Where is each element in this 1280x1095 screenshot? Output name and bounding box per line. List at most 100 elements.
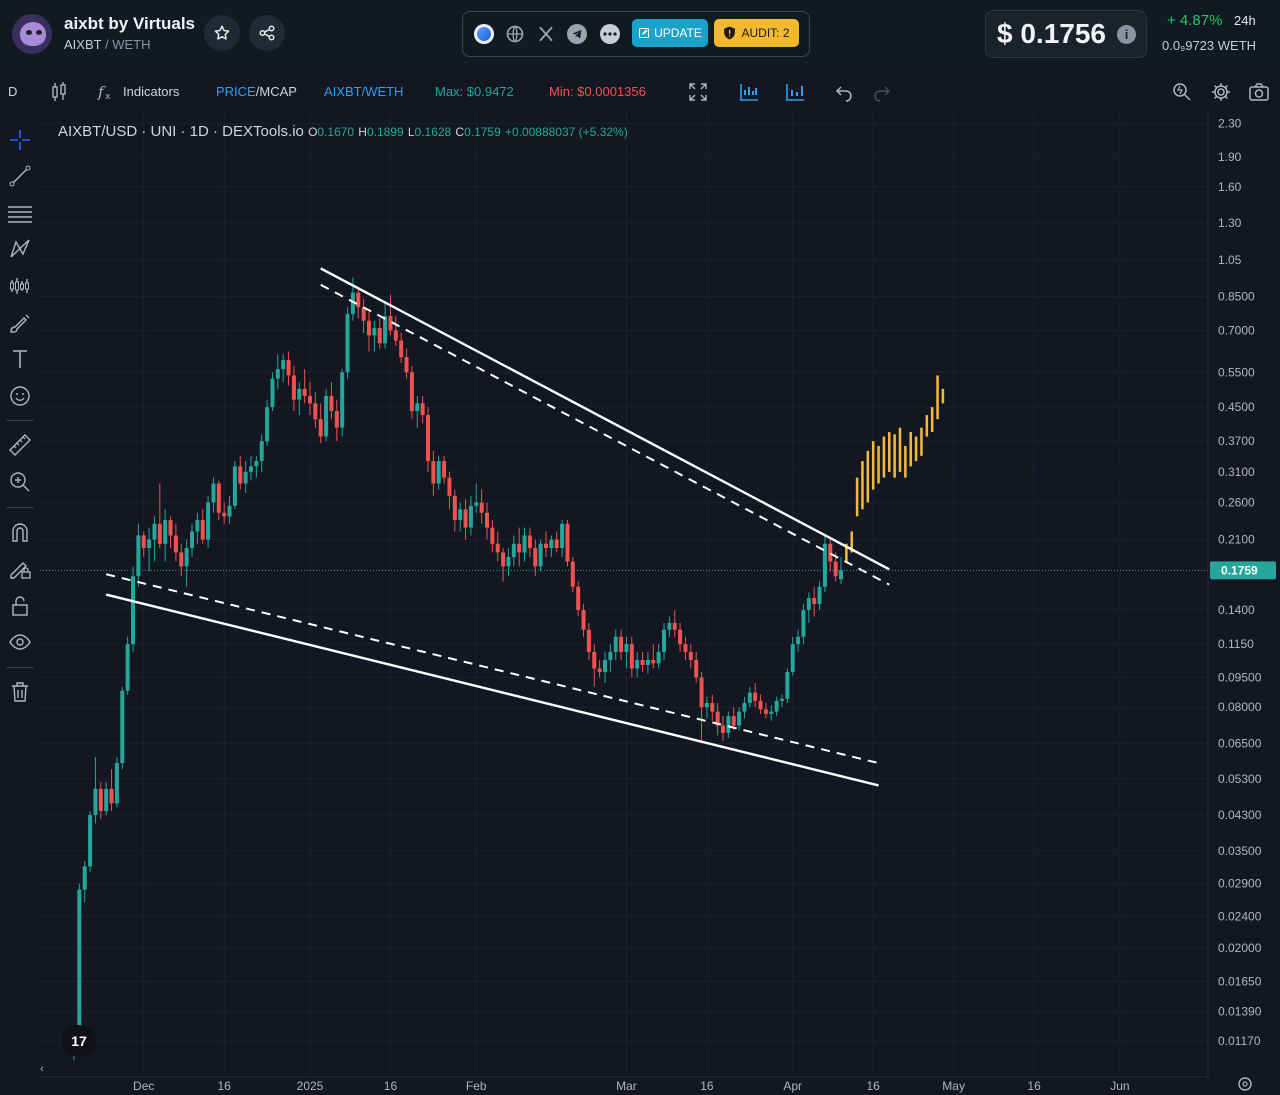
candle-body [442,461,447,478]
pair-toggle[interactable]: AIXBT/WETH [324,84,403,99]
pattern-icon[interactable] [8,237,32,261]
candle-body [785,671,790,699]
time-tick-label: 16 [867,1079,881,1093]
price-tick-label: 0.4500 [1218,400,1255,414]
candle-body [131,576,135,645]
trade-markers-icon[interactable] [738,81,760,103]
chart-background [40,112,1280,1095]
telegram-icon[interactable] [567,24,587,44]
lock-draw-icon[interactable] [8,557,32,581]
shield-alert-icon [724,26,736,40]
legend-change: +0.00888037 (+5.32%) [504,125,628,139]
candle-body [645,659,650,666]
candle-body [737,711,742,726]
price-tick-label: 0.7000 [1218,323,1255,337]
candle-body [409,372,414,412]
trend-line-icon[interactable] [8,164,32,188]
price-tick-label: 0.2100 [1218,533,1255,547]
ruler-icon[interactable] [8,433,32,457]
settings-gear-icon[interactable] [1210,81,1232,103]
candle-body [619,636,624,652]
tokenomics-icon[interactable] [474,24,494,44]
eye-icon[interactable] [8,630,32,654]
candle-body [458,509,463,521]
price-tick-label: 0.08000 [1218,700,1262,714]
magnet-icon[interactable] [8,520,32,544]
candle-body [356,292,361,308]
scroll-left-icon[interactable]: ‹ [40,1063,44,1075]
undo-icon[interactable] [833,81,855,103]
x-twitter-icon[interactable] [536,24,556,44]
text-icon[interactable] [8,347,32,371]
candle-body [710,702,715,712]
audit-button[interactable]: AUDIT: 2 [714,19,799,47]
quick-search-icon[interactable] [1171,81,1193,103]
candle-body [345,313,350,373]
lock-icon[interactable] [8,594,32,618]
price-info-icon[interactable]: i [1117,25,1136,44]
time-tick-label: Jun [1110,1079,1129,1093]
zoom-icon[interactable] [8,470,32,494]
audit-label: AUDIT: 2 [741,26,790,40]
brush-icon[interactable] [8,311,32,335]
price-box: $ 0.1756 i [985,10,1147,58]
tradingview-logo[interactable]: 17 [62,1025,96,1057]
price-mcap-toggle[interactable]: PRICE/MCAP [216,84,297,99]
more-icon[interactable] [600,24,620,44]
website-icon[interactable] [505,24,525,44]
candle-body [77,889,82,1034]
candle-body [769,711,774,714]
candle-body [329,395,334,412]
svg-text:x: x [105,92,111,102]
candle-body [790,644,795,672]
redo-icon[interactable] [871,81,893,103]
candle-body [796,636,801,645]
prediction-icon[interactable] [8,274,32,298]
emoji-icon[interactable] [8,384,32,408]
indicators-button[interactable]: Indicators [123,84,179,99]
time-tick-label: Feb [466,1079,487,1093]
candle-body [533,548,538,567]
update-button[interactable]: UPDATE [632,19,708,47]
interval-selector[interactable]: D [8,84,17,99]
price-toggle-label: PRICE [216,84,256,99]
trash-icon[interactable] [8,680,32,704]
candle-body [726,716,731,733]
crosshair-icon[interactable] [8,128,32,152]
candle-body [763,709,768,714]
candle-body [501,552,506,567]
time-tick-label: Apr [783,1079,802,1093]
candle-body [468,505,473,528]
candle-body [780,698,784,701]
share-button[interactable] [249,15,285,51]
token-name: aixbt by Virtuals [64,14,196,33]
price-tick-label: 0.02000 [1218,941,1262,955]
candle-body [291,375,296,400]
legend-l-key: L [407,125,415,139]
candle-body [88,815,93,867]
candle-body [678,629,683,645]
legend-c-key: C [455,125,465,139]
candle-type-button[interactable] [48,81,70,103]
candle-body [163,520,168,544]
token-symbol: AIXBT [64,37,102,52]
fib-icon[interactable] [8,201,32,225]
indicators-fx-icon[interactable]: fx [96,81,118,103]
candle-body [313,403,318,420]
time-tick-label: May [942,1079,965,1093]
time-tick-label: 16 [1027,1079,1041,1093]
candle-body [635,659,640,669]
tool-separator [6,420,34,421]
camera-snapshot-icon[interactable] [1248,81,1270,103]
chart-toolbar: D fx Indicators PRICE/MCAP AIXBT/WETH Ma… [0,72,1280,113]
candle-body [227,505,232,517]
quote-symbol: WETH [112,37,151,52]
favorite-button[interactable] [204,15,240,51]
price-chart[interactable]: 2.30 1.90 1.60 1.30 1.05 0.8500 0.7000 0.5500 0.… [40,112,1280,1095]
update-label: UPDATE [654,26,702,40]
star-icon [214,25,230,40]
chart-stats-icon[interactable] [784,81,806,103]
price-change-24h: + 4.87% [1167,12,1223,29]
legend-h-key: H [358,125,367,139]
fullscreen-icon[interactable] [687,81,709,103]
